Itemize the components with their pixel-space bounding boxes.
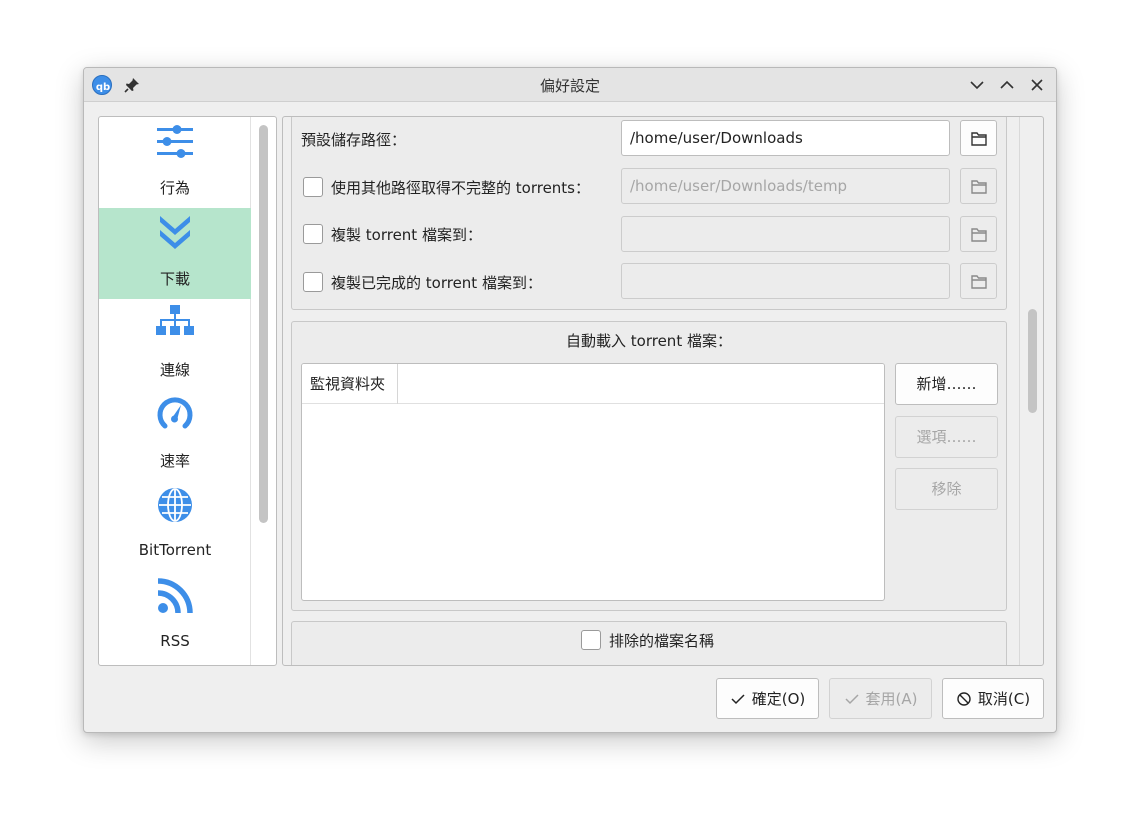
downloads-settings-panel: 預設儲存路徑： /home/user/Downloads 使用其他路徑取得不完整… bbox=[282, 116, 1044, 666]
folder-icon bbox=[971, 180, 987, 194]
speedometer-icon bbox=[157, 397, 193, 429]
maximize-icon[interactable] bbox=[998, 76, 1016, 94]
incomplete-path-field[interactable]: /home/user/Downloads/temp bbox=[621, 168, 950, 204]
sidebar-item-label: 下載 bbox=[159, 270, 190, 288]
folder-icon bbox=[971, 275, 987, 289]
incomplete-path-checkbox[interactable] bbox=[303, 177, 323, 197]
add-folder-button[interactable]: 新增…… bbox=[895, 363, 998, 405]
copy-finished-browse-button[interactable] bbox=[960, 263, 997, 299]
cancel-button[interactable]: 取消(C) bbox=[942, 678, 1044, 719]
window-title: 偏好設定 bbox=[539, 77, 600, 95]
globe-icon bbox=[158, 488, 192, 522]
sidebar-item-label: BitTorrent bbox=[138, 541, 212, 559]
excluded-names-group: 排除的檔案名稱 bbox=[291, 621, 1007, 665]
sliders-icon bbox=[157, 125, 193, 158]
apply-button[interactable]: 套用(A) bbox=[829, 678, 932, 719]
folder-options-button[interactable]: 選項…… bbox=[895, 416, 998, 458]
folder-icon bbox=[971, 228, 987, 242]
folder-icon bbox=[971, 132, 987, 146]
scrollbar-track bbox=[1019, 117, 1020, 665]
excluded-names-checkbox[interactable] bbox=[581, 630, 601, 650]
sidebar-item-label: 速率 bbox=[159, 452, 190, 470]
sidebar-item-connection[interactable]: 連線 bbox=[99, 299, 251, 390]
sidebar-item-label: 行為 bbox=[159, 179, 190, 197]
column-header-watched-folder[interactable]: 監視資料夾 bbox=[302, 364, 398, 404]
sidebar-item-bittorrent[interactable]: BitTorrent bbox=[99, 481, 251, 572]
cancel-button-label: 取消(C) bbox=[977, 690, 1031, 708]
copy-torrent-checkbox[interactable] bbox=[303, 224, 323, 244]
copy-finished-checkbox[interactable] bbox=[303, 272, 323, 292]
copy-torrent-browse-button[interactable] bbox=[960, 216, 997, 252]
copy-torrent-label: 複製 torrent 檔案到： bbox=[331, 226, 482, 244]
sidebar-item-downloads[interactable]: 下載 bbox=[99, 208, 251, 299]
copy-torrent-path-field[interactable] bbox=[621, 216, 950, 252]
close-icon[interactable] bbox=[1028, 76, 1046, 94]
autoload-title: 自動載入 torrent 檔案： bbox=[566, 332, 732, 350]
main-scrollbar[interactable] bbox=[1028, 309, 1037, 413]
title-bar: qb 偏好設定 bbox=[84, 68, 1056, 102]
incomplete-path-browse-button[interactable] bbox=[960, 168, 997, 204]
preferences-dialog: qb 偏好設定 行為 下載 連線 速率 BitTorrent RSS 預設儲存路… bbox=[83, 67, 1057, 733]
saving-group: 預設儲存路徑： /home/user/Downloads 使用其他路徑取得不完整… bbox=[291, 117, 1007, 310]
checkmark-icon bbox=[844, 693, 859, 704]
remove-folder-button[interactable]: 移除 bbox=[895, 468, 998, 510]
table-header: 監視資料夾 bbox=[302, 364, 884, 404]
network-icon bbox=[156, 305, 194, 335]
incomplete-path-label: 使用其他路徑取得不完整的 torrents： bbox=[331, 179, 591, 197]
cancel-icon bbox=[957, 691, 971, 706]
minimize-icon[interactable] bbox=[968, 76, 986, 94]
sidebar-item-label: 連線 bbox=[159, 361, 190, 379]
default-path-browse-button[interactable] bbox=[960, 120, 997, 156]
excluded-names-label: 排除的檔案名稱 bbox=[609, 632, 715, 650]
copy-finished-path-field[interactable] bbox=[621, 263, 950, 299]
checkmark-icon bbox=[731, 693, 745, 704]
apply-button-label: 套用(A) bbox=[865, 690, 918, 708]
ok-button[interactable]: 確定(O) bbox=[716, 678, 819, 719]
sidebar-scrollbar[interactable] bbox=[259, 125, 268, 523]
double-chevron-down-icon bbox=[160, 216, 190, 249]
sidebar-item-label: RSS bbox=[160, 632, 190, 650]
ok-button-label: 確定(O) bbox=[751, 690, 806, 708]
sidebar-item-rss[interactable]: RSS bbox=[99, 572, 251, 663]
autoload-group: 自動載入 torrent 檔案： 監視資料夾 新增…… 選項…… 移除 bbox=[291, 321, 1007, 611]
default-path-label: 預設儲存路徑： bbox=[301, 131, 407, 149]
copy-finished-label: 複製已完成的 torrent 檔案到： bbox=[331, 274, 542, 292]
category-sidebar: 行為 下載 連線 速率 BitTorrent RSS bbox=[98, 116, 277, 666]
watched-folders-table[interactable]: 監視資料夾 bbox=[301, 363, 885, 601]
sidebar-item-behavior[interactable]: 行為 bbox=[99, 117, 251, 208]
default-path-field[interactable]: /home/user/Downloads bbox=[621, 120, 950, 156]
rss-icon bbox=[157, 578, 193, 614]
sidebar-item-speed[interactable]: 速率 bbox=[99, 390, 251, 481]
